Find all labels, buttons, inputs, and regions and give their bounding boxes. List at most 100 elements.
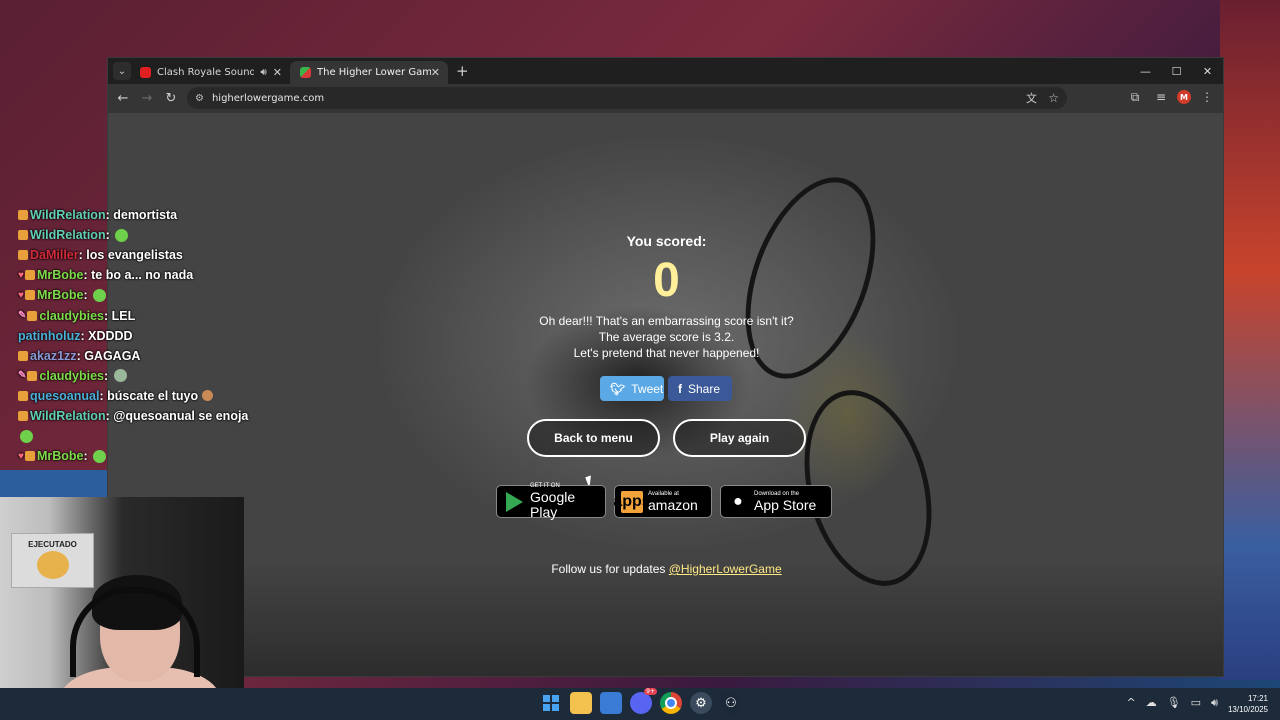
chat-username[interactable]: MrBobe — [37, 449, 84, 463]
chat-message: DaMiller: los evangelistas — [18, 245, 318, 265]
sub-badge-icon — [18, 350, 28, 361]
chat-username[interactable]: MrBobe — [37, 288, 84, 302]
chat-emote-icon — [113, 369, 127, 383]
chat-username[interactable]: WildRelation — [30, 228, 106, 242]
tab-search-chevron-icon[interactable]: ⌄ — [113, 62, 131, 80]
network-icon[interactable]: ▭ — [1191, 696, 1201, 710]
chrome-icon[interactable] — [660, 692, 682, 714]
chat-message: quesoanual: búscate el tuyo — [18, 386, 318, 406]
chat-username[interactable]: patinholuz — [18, 329, 81, 343]
chat-separator: : — [83, 449, 92, 464]
twitter-handle-link[interactable]: @HigherLowerGame — [669, 562, 782, 576]
close-window-icon[interactable]: ✕ — [1192, 58, 1223, 84]
chat-text: @quesoanual se enoja — [113, 408, 249, 423]
chat-username[interactable]: MrBobe — [37, 268, 84, 282]
share-button[interactable]: f Share — [668, 376, 732, 401]
site-info-icon[interactable]: ⚙ — [195, 93, 204, 104]
chat-separator: : — [83, 288, 92, 303]
chat-username[interactable]: WildRelation — [30, 409, 106, 423]
close-tab-icon[interactable]: ✕ — [431, 66, 440, 79]
google-play-badge[interactable]: GET IT ON Google Play — [496, 483, 606, 520]
tab-title: Clash Royale Soundtrack - ( — [157, 67, 255, 78]
onedrive-icon[interactable]: ☁ — [1146, 696, 1157, 710]
pencil-badge-icon: ✎ — [18, 310, 27, 322]
chat-username[interactable]: WildRelation — [30, 208, 106, 222]
apple-logo-icon: ● — [733, 492, 743, 510]
file-explorer-icon[interactable] — [570, 692, 592, 714]
system-clock[interactable]: 17:21 13/10/2025 — [1228, 693, 1268, 715]
new-tab-plus-icon[interactable]: + — [456, 62, 469, 80]
microsoft-store-icon[interactable] — [600, 692, 622, 714]
tab-title: The Higher Lower Game — [317, 67, 431, 78]
app-store-badge[interactable]: ● Download on the App Store — [720, 485, 832, 518]
tab-clash-royale[interactable]: Clash Royale Soundtrack - ( 🔊︎ ✕ — [130, 61, 290, 84]
tweet-label: Tweet — [631, 381, 664, 396]
social-buttons: 🐦︎ Tweet f Share — [600, 376, 732, 401]
google-play-icon — [503, 491, 525, 513]
toolbar-right: ⧉ ≡ M ⋮ — [1125, 87, 1217, 107]
back-to-menu-button[interactable]: Back to menu — [527, 419, 660, 457]
tray-chevron-icon[interactable]: ^ — [1126, 696, 1135, 710]
chat-username[interactable]: claudybies — [39, 309, 104, 323]
pencil-badge-icon: ✎ — [18, 370, 27, 382]
chat-message: ✎ claudybies: LEL — [18, 305, 318, 325]
wallpaper-strip — [0, 470, 108, 500]
chat-username[interactable]: akaz1zz — [30, 349, 77, 363]
follow-line: Follow us for updates @HigherLowerGame — [108, 562, 1223, 576]
chat-message: ♥ MrBobe: te bo a... no nada — [18, 265, 318, 285]
chat-text: búscate el tuyo — [107, 388, 199, 403]
minimize-icon[interactable]: — — [1130, 58, 1161, 84]
chat-username[interactable]: claudybies — [39, 369, 104, 383]
sub-badge-icon — [24, 270, 35, 281]
chat-message: patinholuz: XDDDD — [18, 326, 318, 346]
heart-badge-icon: ♥ — [18, 450, 24, 462]
volume-icon[interactable]: 🔊︎ — [1211, 696, 1218, 710]
taskbar: 9+ ⚙ ⚇ ^ ☁ 🎙︎ ▭ 🔊︎ 17:21 13/10/2025 — [0, 688, 1280, 720]
speaker-icon[interactable]: 🔊︎ — [260, 67, 266, 78]
heart-badge-icon: ♥ — [18, 269, 24, 281]
store-badges: GET IT ON Google Play apps Available at … — [496, 483, 832, 520]
higherlower-favicon-icon — [300, 67, 311, 78]
chat-emote-icon — [93, 449, 107, 463]
system-tray: ^ ☁ 🎙︎ ▭ 🔊︎ — [1126, 696, 1218, 710]
address-bar[interactable]: ⚙ higherlowergame.com 文 ☆ — [187, 87, 1067, 109]
chat-emote-icon — [115, 228, 129, 242]
media-control-icon[interactable]: ≡ — [1151, 87, 1171, 107]
chat-separator: : — [104, 308, 112, 323]
chat-separator: : — [105, 228, 114, 243]
discord-icon[interactable]: 9+ — [630, 688, 657, 714]
app-store-big-text: App Store — [754, 496, 817, 513]
chat-emote-icon — [20, 429, 33, 443]
steam-icon[interactable]: ⚇ — [720, 692, 742, 714]
menu-kebab-icon[interactable]: ⋮ — [1197, 87, 1217, 107]
close-tab-icon[interactable]: ✕ — [273, 66, 282, 79]
sub-badge-icon — [27, 370, 38, 381]
microphone-icon[interactable]: 🎙︎ — [1167, 696, 1181, 710]
sub-badge-icon — [27, 310, 38, 321]
chat-text: LEL — [111, 308, 136, 323]
translate-icon[interactable]: 文 — [1026, 90, 1037, 106]
chat-message: akaz1zz: GAGAGA — [18, 346, 318, 366]
tweet-button[interactable]: 🐦︎ Tweet — [600, 376, 664, 401]
windows-start-icon[interactable] — [540, 692, 562, 714]
chat-message: WildRelation: — [18, 225, 318, 245]
maximize-icon[interactable]: ☐ — [1161, 58, 1192, 84]
tab-higher-lower[interactable]: The Higher Lower Game ✕ — [290, 61, 448, 84]
chat-text: GAGAGA — [84, 348, 141, 363]
chat-message — [18, 426, 318, 446]
chat-message: WildRelation: @quesoanual se enoja — [18, 406, 318, 426]
clock-date: 13/10/2025 — [1227, 705, 1268, 714]
play-again-button[interactable]: Play again — [673, 419, 806, 457]
chat-username[interactable]: DaMiller — [30, 248, 79, 262]
back-arrow-icon[interactable]: ← — [111, 87, 135, 111]
profile-avatar[interactable]: M — [1177, 90, 1191, 104]
bookmark-star-icon[interactable]: ☆ — [1048, 91, 1059, 105]
amazon-badge[interactable]: apps Available at amazon — [613, 485, 712, 518]
extensions-icon[interactable]: ⧉ — [1125, 87, 1145, 107]
poster: EJECUTADO — [11, 533, 94, 588]
settings-gear-icon[interactable]: ⚙ — [690, 692, 712, 714]
chat-username[interactable]: quesoanual — [30, 389, 99, 403]
tab-strip: ⌄ Clash Royale Soundtrack - ( 🔊︎ ✕ The H… — [108, 58, 1223, 84]
forward-arrow-icon[interactable]: → — [135, 87, 159, 111]
reload-icon[interactable]: ↻ — [159, 87, 183, 111]
